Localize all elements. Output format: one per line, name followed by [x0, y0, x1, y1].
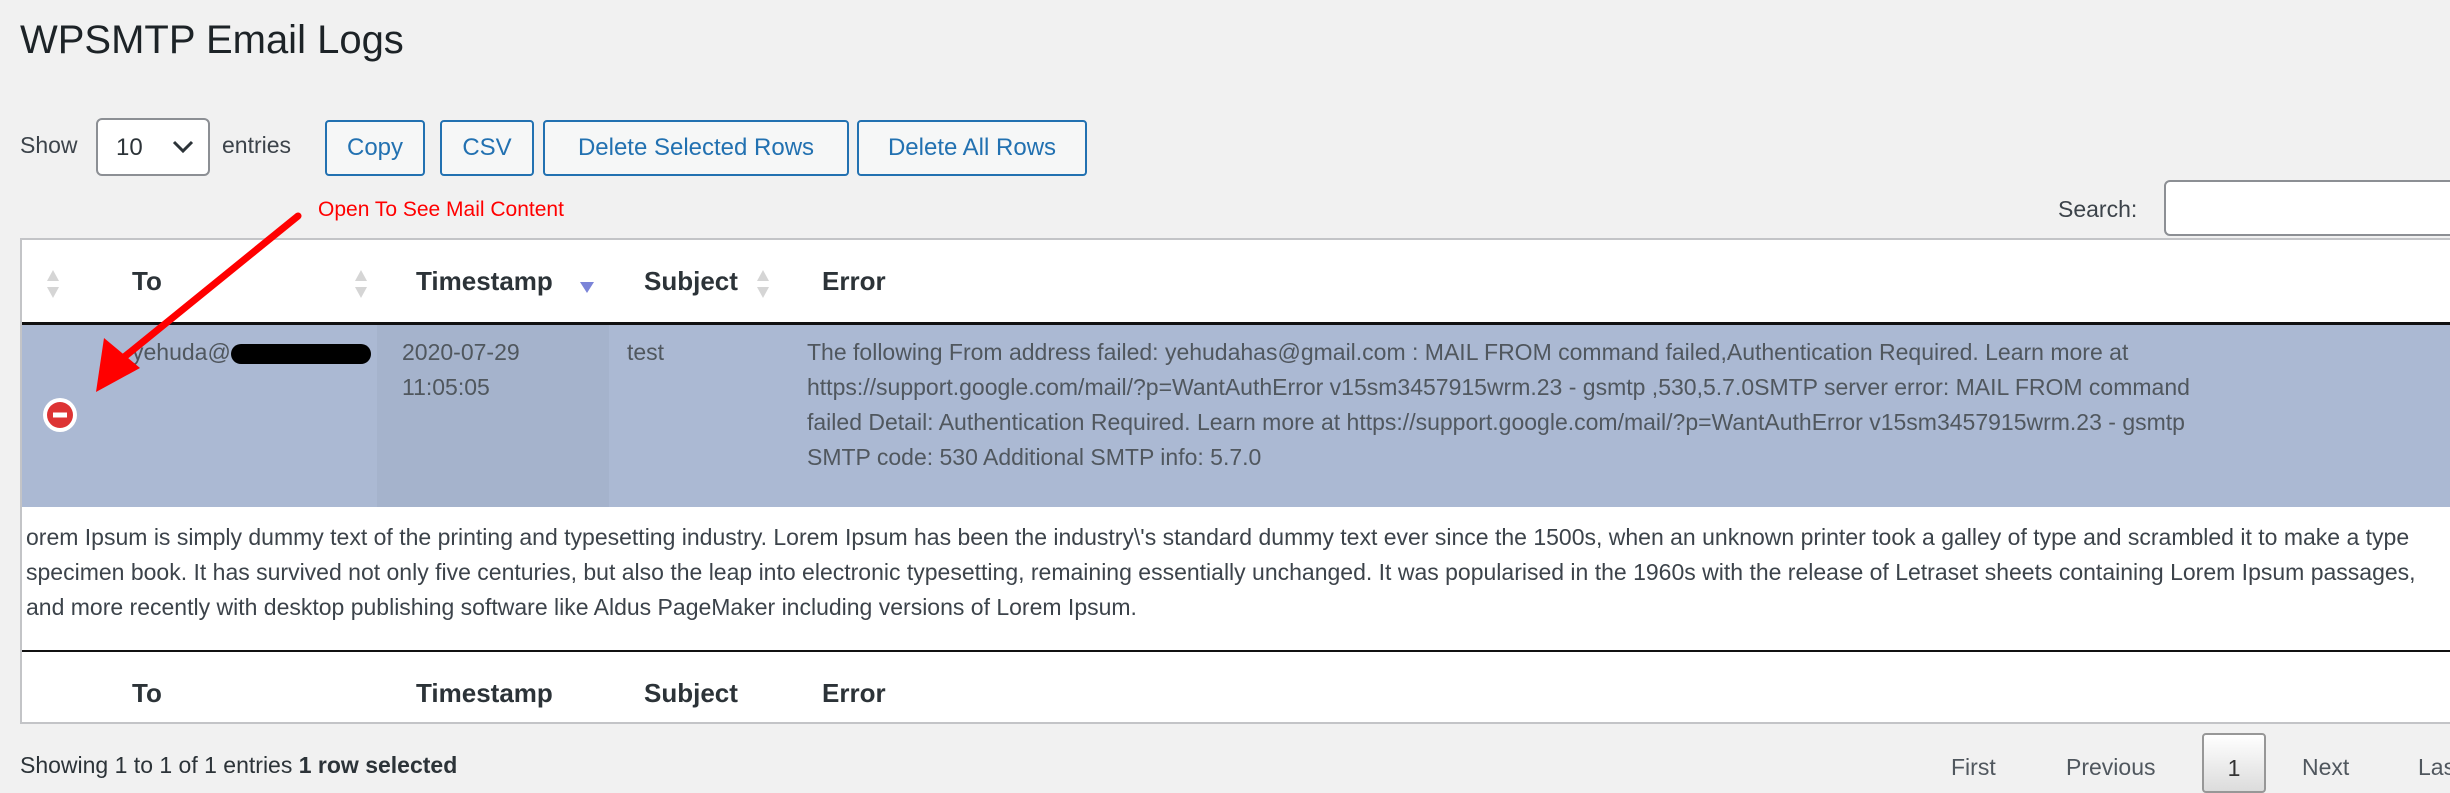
footer-header-timestamp: Timestamp [416, 678, 553, 708]
delete-all-rows-button[interactable]: Delete All Rows [857, 120, 1087, 176]
search-label: Search: [2058, 196, 2138, 222]
footer-header-error: Error [822, 678, 886, 708]
sort-desc-icon [580, 282, 594, 293]
csv-button[interactable]: CSV [440, 120, 534, 176]
footer-header-subject: Subject [644, 678, 738, 708]
entries-info: Showing 1 to 1 of 1 entries [20, 752, 293, 778]
pagination-next[interactable]: Next [2302, 754, 2349, 781]
sort-icon[interactable] [756, 268, 770, 300]
cell-subject: test [627, 339, 665, 365]
pagination-previous[interactable]: Previous [2066, 754, 2155, 781]
column-header-error[interactable]: Error [822, 266, 886, 297]
mail-content-row: orem Ipsum is simply dummy text of the p… [22, 504, 2450, 652]
cell-error: The following From address failed: yehud… [807, 335, 2190, 475]
timestamp-time: 11:05:05 [402, 374, 490, 400]
mail-content: orem Ipsum is simply dummy text of the p… [26, 524, 2416, 620]
table-info: Showing 1 to 1 of 1 entries 1 row select… [20, 752, 457, 779]
delete-selected-rows-button[interactable]: Delete Selected Rows [543, 120, 849, 176]
column-header-subject[interactable]: Subject [644, 266, 738, 297]
error-line: SMTP code: 530 Additional SMTP info: 5.7… [807, 444, 1262, 470]
error-line: https://support.google.com/mail/?p=WantA… [807, 374, 2190, 400]
pagination-first[interactable]: First [1951, 754, 1996, 781]
annotation-arrow-icon [96, 212, 302, 392]
footer-header-to: To [132, 678, 162, 708]
selected-info: 1 row selected [298, 752, 458, 778]
error-line: failed Detail: Authentication Required. … [807, 409, 2185, 435]
error-line: The following From address failed: yehud… [807, 339, 2129, 365]
timestamp-date: 2020-07-29 [402, 339, 520, 365]
pagination-last[interactable]: Las [2418, 754, 2450, 781]
pagination-page-1[interactable]: 1 [2202, 733, 2266, 793]
column-header-timestamp[interactable]: Timestamp [416, 266, 553, 297]
search-input[interactable] [2164, 180, 2450, 236]
cell-timestamp: 2020-07-29 11:05:05 [402, 335, 520, 405]
